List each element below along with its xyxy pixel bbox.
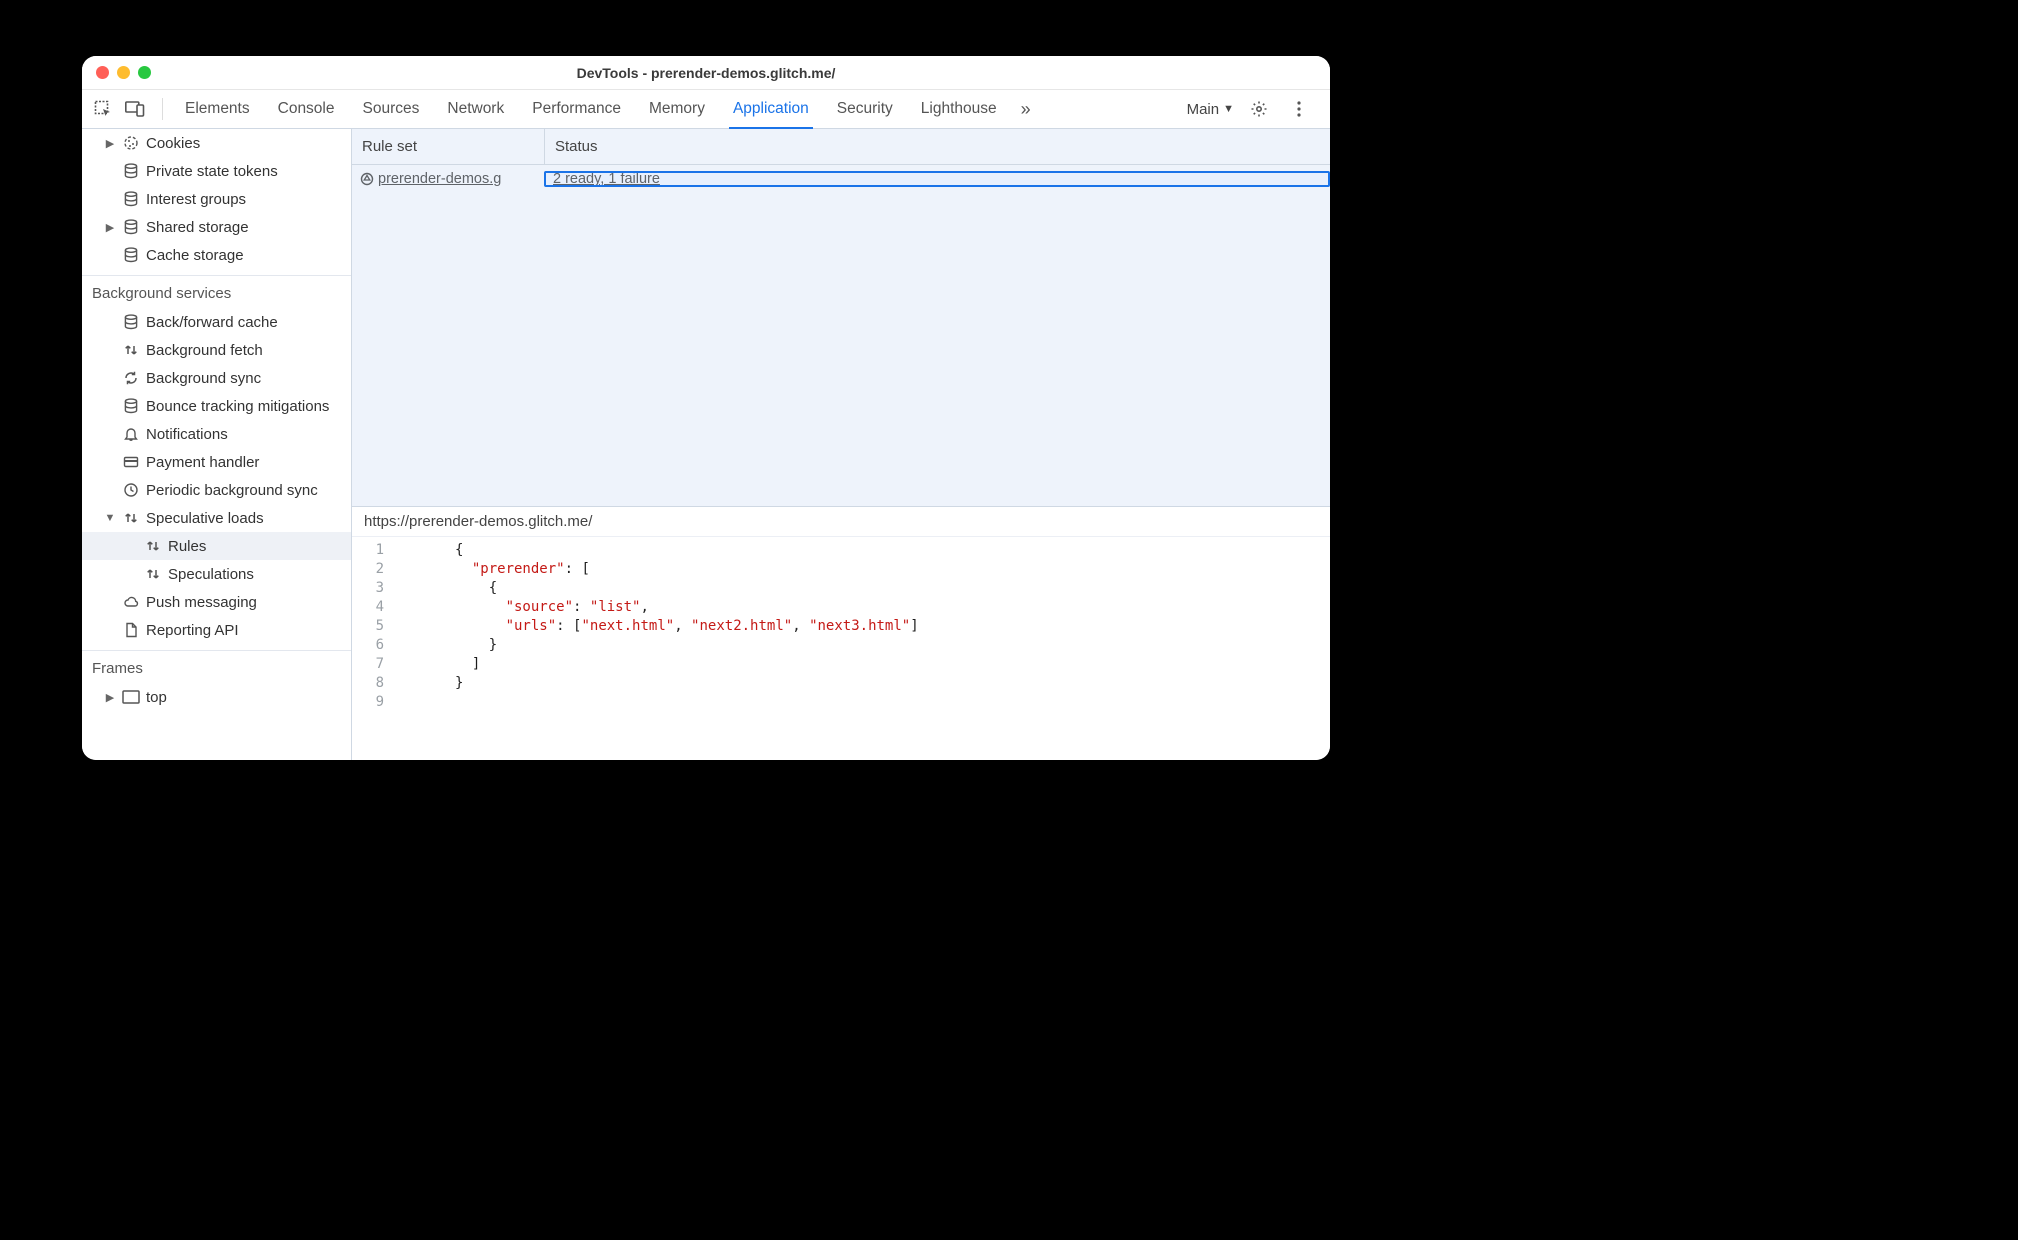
sidebar-item-rules[interactable]: Rules [82, 532, 351, 560]
sidebar-item-cache-storage[interactable]: Cache storage [82, 241, 351, 269]
updown-icon [144, 538, 162, 554]
tabs: ElementsConsoleSourcesNetworkPerformance… [171, 90, 1011, 128]
chevron-right-icon: ▶ [104, 221, 116, 234]
window-title: DevTools - prerender-demos.glitch.me/ [82, 65, 1330, 81]
sidebar-item-interest-groups[interactable]: Interest groups [82, 185, 351, 213]
titlebar: DevTools - prerender-demos.glitch.me/ [82, 56, 1330, 90]
sidebar-item-bounce-tracking-mitigations[interactable]: Bounce tracking mitigations [82, 392, 351, 420]
sidebar: ▶ Cookies Private state tokens Interest gro… [82, 129, 352, 760]
status-cell[interactable]: 2 ready, 1 failure [544, 171, 1330, 187]
tab-performance[interactable]: Performance [518, 90, 635, 128]
sidebar-item-label: Cache storage [146, 247, 244, 264]
ruleset-link[interactable]: prerender-demos.g [378, 171, 501, 187]
chevron-down-icon: ▼ [104, 512, 116, 524]
sidebar-item-label: Background fetch [146, 342, 263, 359]
bell-icon [122, 426, 140, 442]
db-icon [122, 163, 140, 179]
sidebar-item-label: Private state tokens [146, 163, 278, 180]
settings-icon[interactable] [1246, 96, 1272, 122]
tab-sources[interactable]: Sources [349, 90, 434, 128]
clock-icon [122, 482, 140, 498]
sidebar-item-label: Interest groups [146, 191, 246, 208]
ruleset-source: 123456789 { "prerender": [ { "source": "… [352, 537, 1330, 760]
ruleset-url: https://prerender-demos.glitch.me/ [352, 507, 1330, 537]
doc-icon [122, 622, 140, 638]
col-ruleset-header[interactable]: Rule set [352, 129, 544, 164]
db-icon [122, 398, 140, 414]
frame-icon [122, 690, 140, 704]
col-status-header[interactable]: Status [544, 129, 1330, 164]
tab-memory[interactable]: Memory [635, 90, 719, 128]
updown-icon [122, 342, 140, 358]
chevron-right-icon: ▶ [104, 137, 116, 150]
device-toggle-icon[interactable] [122, 96, 148, 122]
sidebar-item-payment-handler[interactable]: Payment handler [82, 448, 351, 476]
bg-services-header: Background services [82, 276, 351, 308]
inspect-element-icon[interactable] [90, 96, 116, 122]
cloud-icon [122, 594, 140, 610]
sidebar-item-label: Cookies [146, 135, 200, 152]
target-select-label: Main [1187, 101, 1220, 118]
db-icon [122, 191, 140, 207]
sidebar-item-private-state-tokens[interactable]: Private state tokens [82, 157, 351, 185]
sidebar-item-cookies[interactable]: ▶ Cookies [82, 129, 351, 157]
frames-header: Frames [82, 651, 351, 683]
db-icon [122, 219, 140, 235]
ruleset-origin-icon [360, 172, 374, 186]
chevron-right-icon: ▶ [104, 691, 116, 704]
status-link[interactable]: 2 ready, 1 failure [553, 171, 660, 187]
updown-icon [144, 566, 162, 582]
card-icon [122, 454, 140, 470]
table-row[interactable]: prerender-demos.g 2 ready, 1 failure [352, 165, 1330, 193]
tab-security[interactable]: Security [823, 90, 907, 128]
ruleset-details: https://prerender-demos.glitch.me/ 12345… [352, 507, 1330, 760]
toolbar: ElementsConsoleSourcesNetworkPerformance… [82, 90, 1330, 129]
tab-elements[interactable]: Elements [171, 90, 264, 128]
tab-network[interactable]: Network [433, 90, 518, 128]
tab-lighthouse[interactable]: Lighthouse [907, 90, 1011, 128]
sidebar-item-shared-storage[interactable]: ▶ Shared storage [82, 213, 351, 241]
sidebar-item-periodic-background-sync[interactable]: Periodic background sync [82, 476, 351, 504]
sidebar-item-reporting-api[interactable]: Reporting API [82, 616, 351, 644]
sidebar-item-label: Payment handler [146, 454, 259, 471]
sidebar-item-speculative-loads[interactable]: ▼ Speculative loads [82, 504, 351, 532]
ruleset-cell[interactable]: prerender-demos.g [352, 171, 544, 187]
sync-icon [122, 370, 140, 386]
updown-icon [122, 510, 140, 526]
db-icon [122, 314, 140, 330]
kebab-menu-icon[interactable] [1286, 96, 1312, 122]
sidebar-item-push-messaging[interactable]: Push messaging [82, 588, 351, 616]
sidebar-item-back-forward-cache[interactable]: Back/forward cache [82, 308, 351, 336]
sidebar-item-notifications[interactable]: Notifications [82, 420, 351, 448]
chevron-down-icon: ▼ [1223, 103, 1234, 115]
sidebar-item-label: Rules [168, 538, 206, 555]
sidebar-item-top[interactable]: ▶ top [82, 683, 351, 711]
sidebar-item-label: Speculative loads [146, 510, 264, 527]
sidebar-item-label: Push messaging [146, 594, 257, 611]
tab-application[interactable]: Application [719, 90, 823, 128]
separator [162, 98, 163, 120]
main-panel: Rule set Status prerender-demos.g 2 ready… [352, 129, 1330, 760]
sidebar-item-label: top [146, 689, 167, 706]
sidebar-item-label: Back/forward cache [146, 314, 278, 331]
rules-table: Rule set Status prerender-demos.g 2 ready… [352, 129, 1330, 507]
sidebar-item-label: Reporting API [146, 622, 239, 639]
target-select[interactable]: Main ▼ [1183, 101, 1238, 118]
sidebar-item-speculations[interactable]: Speculations [82, 560, 351, 588]
db-icon [122, 247, 140, 263]
sidebar-item-label: Background sync [146, 370, 261, 387]
sidebar-item-label: Bounce tracking mitigations [146, 398, 329, 415]
cookie-icon [122, 135, 140, 151]
sidebar-item-label: Notifications [146, 426, 228, 443]
sidebar-item-background-fetch[interactable]: Background fetch [82, 336, 351, 364]
tab-console[interactable]: Console [264, 90, 349, 128]
sidebar-item-label: Speculations [168, 566, 254, 583]
sidebar-item-label: Periodic background sync [146, 482, 318, 499]
devtools-window: DevTools - prerender-demos.glitch.me/ El… [82, 56, 1330, 760]
sidebar-item-label: Shared storage [146, 219, 249, 236]
sidebar-item-background-sync[interactable]: Background sync [82, 364, 351, 392]
more-tabs-button[interactable]: » [1011, 96, 1041, 122]
